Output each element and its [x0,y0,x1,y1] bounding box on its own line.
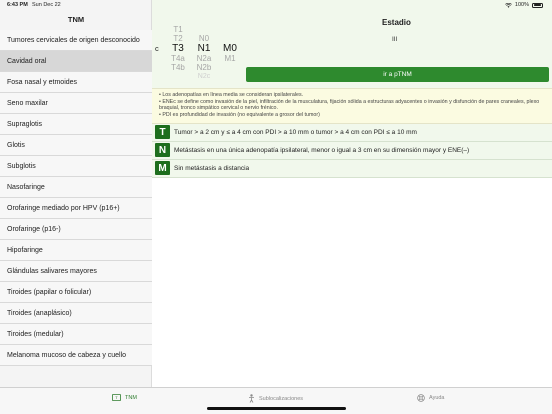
person-icon [249,394,254,403]
m-description-row: M Sin metástasis a distancia [152,160,552,178]
sidebar-item-subglotis[interactable]: Subglotis [0,156,152,177]
note-line: • Los adenopatías en línea media se cons… [159,92,304,98]
tab-sublocalizaciones-label: Sublocalizaciones [259,395,304,402]
n-option[interactable]: N0 [192,34,216,43]
estadio-value: III [392,36,398,43]
sidebar-item-supraglotis[interactable]: Supraglotis [0,114,152,135]
estadio-title: Estadio [382,18,411,27]
home-indicator [207,407,346,410]
picker-prefix: c [155,44,159,53]
m-badge: M [155,161,170,176]
status-bar: 6:43 PM Sun Dec 22 100% [0,0,552,10]
wifi-icon [505,2,512,8]
sidebar-title: TNM [67,15,85,24]
sidebar-item-hipofaringe[interactable]: Hipofaringe [0,240,152,261]
n-option[interactable]: N2c [192,72,216,81]
sidebar-item-orofaringe-p16neg[interactable]: Orofaringe (p16-) [0,219,152,240]
sidebar-item-tiroides-medular[interactable]: Tiroides (medular) [0,324,152,345]
t-description-row: T Tumor > a 2 cm y ≤ a 4 cm con PDI > a … [152,124,552,142]
battery-percent: 100% [514,2,529,8]
sidebar-item-fosa-nasal[interactable]: Fosa nasal y etmoides [0,72,152,93]
main-content: c T1 T2 T3 T4a T4b N0 N1 N2a N2b N2c M0 … [152,0,552,387]
tab-tnm-label: TNM [125,394,137,401]
status-time: 6:43 PM [7,2,28,8]
sidebar-item-tiroides-anaplasico[interactable]: Tiroides (anaplásico) [0,303,152,324]
sidebar-item-glandulas-salivares[interactable]: Glándulas salivares mayores [0,261,152,282]
tab-tnm[interactable]: T TNM [112,394,137,401]
t-option[interactable]: T2 [166,34,190,43]
sidebar-item-cavidad-oral[interactable]: Cavidad oral [0,51,152,72]
note-line: • ENEc se define como invasión de la pie… [159,98,540,112]
sidebar-item-tiroides-papilar[interactable]: Tiroides (papilar o folicular) [0,282,152,303]
m-description: Sin metástasis a distancia [174,164,250,172]
t-description: Tumor > a 2 cm y ≤ a 4 cm con PDI > a 10… [174,128,417,136]
sidebar-list: Tumores cervicales de origen desconocido… [0,30,152,366]
n-picker[interactable]: N0 N1 N2a N2b N2c [192,34,216,81]
t-option[interactable]: T4b [166,63,190,72]
sidebar-item-orofaringe-hpv[interactable]: Orofaringe mediado por HPV (p16+) [0,198,152,219]
m-option-selected[interactable]: M0 [218,43,242,54]
svg-text:T: T [115,395,118,400]
sidebar-item-nasofaringe[interactable]: Nasofaringe [0,177,152,198]
t-option[interactable]: T1 [166,25,190,34]
t-picker[interactable]: T1 T2 T3 T4a T4b [166,25,190,72]
n-description-row: N Metástasis en una única adenopatía ips… [152,142,552,160]
tab-ayuda-label: Ayuda [429,395,445,401]
sidebar: TNM Tumores cervicales de origen descono… [0,0,152,387]
tab-ayuda[interactable]: Ayuda [417,394,445,402]
sidebar-item-tumores-cervicales[interactable]: Tumores cervicales de origen desconocido [0,30,152,51]
n-badge: N [155,143,170,158]
n-description: Metástasis en una única adenopatía ipsil… [174,146,470,154]
status-date: Sun Dec 22 [32,2,61,8]
help-icon [417,394,425,402]
sidebar-item-seno-maxilar[interactable]: Seno maxilar [0,93,152,114]
m-picker[interactable]: M0 M1 [218,43,242,63]
ir-a-ptnm-button[interactable]: ir a pTNM [246,67,549,82]
sidebar-item-glotis[interactable]: Glotis [0,135,152,156]
n-option-selected[interactable]: N1 [192,43,216,54]
status-indicators: 100% [505,2,543,8]
tnm-tab-icon: T [112,394,121,401]
t-badge: T [155,125,170,140]
n-option[interactable]: N2b [192,63,216,72]
t-option-selected[interactable]: T3 [166,43,190,54]
t-option[interactable]: T4a [166,54,190,63]
notes-box: • Los adenopatías en línea media se cons… [152,88,552,124]
sidebar-item-melanoma-mucoso[interactable]: Melanoma mucoso de cabeza y cuello [0,345,152,366]
m-option[interactable]: M1 [218,54,242,63]
battery-icon [532,2,543,8]
tab-sublocalizaciones[interactable]: Sublocalizaciones [248,394,303,403]
staging-panel: c T1 T2 T3 T4a T4b N0 N1 N2a N2b N2c M0 … [152,0,552,88]
note-line: • PDI es profundidad de invasión (no equ… [159,111,320,118]
n-option[interactable]: N2a [192,54,216,63]
